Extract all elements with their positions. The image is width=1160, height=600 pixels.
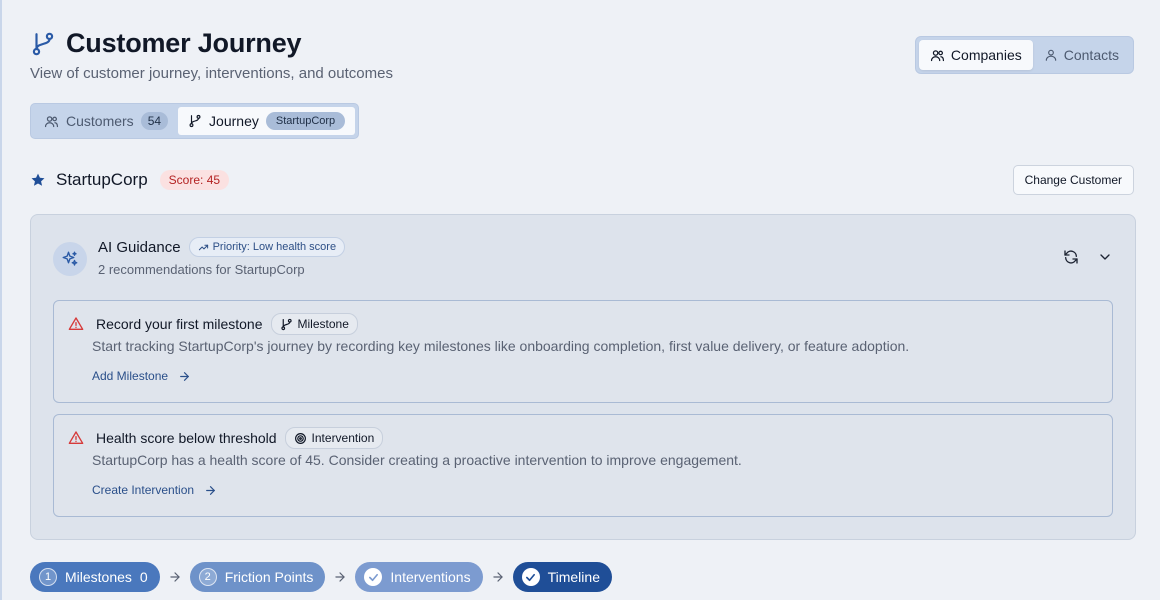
step-number: 1 (39, 568, 57, 586)
page-subtitle: View of customer journey, interventions,… (30, 65, 393, 82)
customer-header: StartupCorp Score: 45 Change Customer (30, 165, 1134, 195)
check-icon (364, 568, 383, 586)
target-icon (294, 432, 306, 444)
arrow-right-icon (206, 485, 215, 495)
contacts-toggle[interactable]: Contacts (1033, 40, 1130, 70)
git-branch-icon (189, 114, 201, 128)
ai-guidance-actions (1063, 249, 1113, 265)
create-intervention-label: Create Intervention (92, 483, 195, 497)
recommendation-tag: Intervention (284, 427, 384, 449)
recommendation-card: Health score below threshold Interventio… (53, 414, 1113, 517)
customer-name: StartupCorp (56, 170, 148, 189)
users-icon (930, 49, 944, 61)
contacts-label: Contacts (1063, 47, 1119, 63)
star-icon (31, 173, 45, 186)
refresh-icon[interactable] (1063, 249, 1079, 265)
add-milestone-label: Add Milestone (92, 369, 169, 383)
ai-guidance-title: AI Guidance (98, 238, 181, 256)
priority-badge: Priority: Low health score (188, 237, 346, 257)
journey-stepper: 1 Milestones 0 2 Friction Points Interve… (30, 562, 612, 592)
recommendation-tag-label: Intervention (311, 431, 375, 445)
ai-guidance-header: AI Guidance Priority: Low health score 2… (53, 237, 346, 277)
step-label: Friction Points (224, 569, 314, 585)
section-tabs: Customers 54 Journey StartupCorp (30, 103, 360, 139)
step-label: Milestones (65, 569, 132, 585)
git-branch-icon (280, 318, 292, 330)
companies-label: Companies (950, 47, 1022, 63)
companies-toggle[interactable]: Companies (918, 40, 1033, 70)
change-customer-button[interactable]: Change Customer (1012, 165, 1134, 195)
ai-guidance-panel: AI Guidance Priority: Low health score 2… (30, 214, 1136, 540)
arrow-right-icon (170, 572, 180, 582)
step-count: 0 (139, 569, 148, 585)
trending-up-icon (198, 244, 208, 250)
customers-count-badge: 54 (140, 112, 169, 130)
tab-customers-label: Customers (66, 113, 134, 129)
step-friction-points[interactable]: 2 Friction Points (189, 562, 326, 592)
step-interventions[interactable]: Interventions (355, 562, 483, 592)
ai-guidance-subtitle: 2 recommendations for StartupCorp (98, 262, 305, 277)
journey-company-badge: StartupCorp (265, 112, 346, 130)
page-title: Customer Journey (66, 28, 302, 58)
recommendation-title: Health score below threshold (96, 430, 277, 446)
user-icon (1045, 49, 1056, 61)
score-badge: Score: 45 (159, 170, 230, 190)
step-label: Interventions (390, 569, 471, 585)
entity-switch: Companies Contacts (914, 36, 1134, 74)
alert-triangle-icon (68, 431, 84, 444)
arrow-right-icon (492, 572, 503, 582)
users-icon (44, 115, 59, 127)
create-intervention-link[interactable]: Create Intervention (92, 483, 217, 497)
recommendation-title: Record your first milestone (96, 316, 263, 332)
alert-triangle-icon (68, 317, 84, 330)
tab-journey-label: Journey (209, 113, 259, 129)
arrow-right-icon (180, 371, 189, 381)
sparkles-icon (53, 242, 87, 276)
step-label: Timeline (547, 569, 600, 585)
arrow-right-icon (335, 572, 346, 582)
add-milestone-link[interactable]: Add Milestone (92, 369, 191, 383)
chevron-down-icon[interactable] (1097, 249, 1113, 265)
tab-customers[interactable]: Customers 54 (34, 107, 178, 135)
page-header: Customer Journey View of customer journe… (30, 28, 393, 82)
git-branch-icon (32, 32, 54, 55)
step-number: 2 (198, 568, 217, 586)
recommendation-description: Start tracking StartupCorp's journey by … (92, 338, 910, 354)
tab-journey[interactable]: Journey StartupCorp (178, 107, 356, 135)
step-timeline[interactable]: Timeline (512, 562, 612, 592)
check-icon (521, 568, 540, 586)
recommendation-description: StartupCorp has a health score of 45. Co… (92, 452, 742, 468)
priority-label: Priority: Low health score (212, 241, 337, 253)
recommendation-card: Record your first milestone Milestone St… (53, 300, 1113, 403)
recommendation-tag-label: Milestone (297, 317, 349, 331)
recommendation-tag: Milestone (270, 313, 358, 335)
step-milestones[interactable]: 1 Milestones 0 (30, 562, 160, 592)
